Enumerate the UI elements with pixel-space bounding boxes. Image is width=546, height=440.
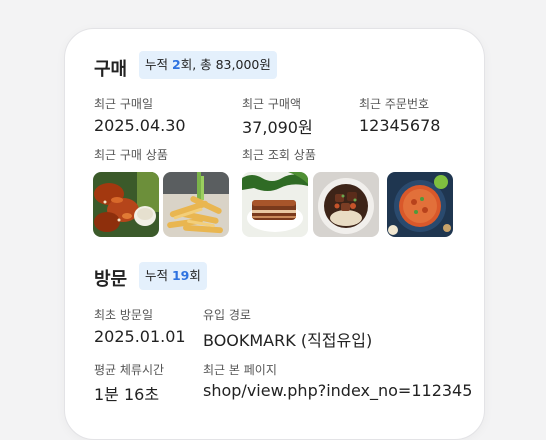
purchase-summary-badge: 누적 2회, 총 83,000원	[139, 51, 277, 79]
last-viewed-page-value[interactable]: shop/view.php?index_no=112345	[203, 381, 472, 400]
referral-source-value: BOOKMARK (직접유입)	[203, 331, 373, 350]
purchase-count: 2	[171, 57, 181, 72]
recent-viewed-products-label: 최근 조회 상품	[242, 148, 316, 162]
first-visit-date-label: 최초 방문일	[94, 308, 154, 322]
purchase-badge-suffix: 회, 총 83,000원	[180, 57, 271, 72]
avg-stay-time-label: 평균 체류시간	[94, 363, 165, 377]
first-visit-date-value: 2025.01.01	[94, 327, 186, 346]
visit-section-title: 방문	[94, 269, 128, 290]
referral-source-label: 유입 경로	[203, 308, 251, 322]
last-order-number-value: 12345678	[359, 116, 441, 135]
recent-purchase-products-label: 최근 구매 상품	[94, 148, 168, 162]
chicken-wings-image[interactable]	[93, 172, 159, 237]
purchase-badge-prefix: 누적	[145, 57, 172, 72]
pork-belly-image[interactable]	[242, 172, 308, 237]
purchase-section-title: 구매	[94, 59, 128, 80]
french-fries-image[interactable]	[163, 172, 229, 237]
customer-summary-card: 구매 누적 2회, 총 83,000원 최근 구매일 2025.04.30 최근…	[64, 28, 485, 440]
last-purchase-date-value: 2025.04.30	[94, 116, 186, 135]
curry-image[interactable]	[387, 172, 453, 237]
last-purchase-date-label: 최근 구매일	[94, 97, 154, 111]
last-order-number-label: 최근 주문번호	[359, 97, 430, 111]
visit-summary-badge: 누적 19회	[139, 262, 207, 290]
last-purchase-amount-label: 최근 구매액	[242, 97, 302, 111]
visit-count: 19	[171, 268, 190, 283]
beef-stew-image[interactable]	[313, 172, 379, 237]
visit-badge-prefix: 누적	[145, 268, 172, 283]
last-viewed-page-label: 최근 본 페이지	[203, 363, 277, 377]
last-purchase-amount-value: 37,090원	[242, 118, 313, 137]
avg-stay-time-value: 1분 16초	[94, 385, 160, 404]
visit-badge-suffix: 회	[189, 268, 201, 283]
